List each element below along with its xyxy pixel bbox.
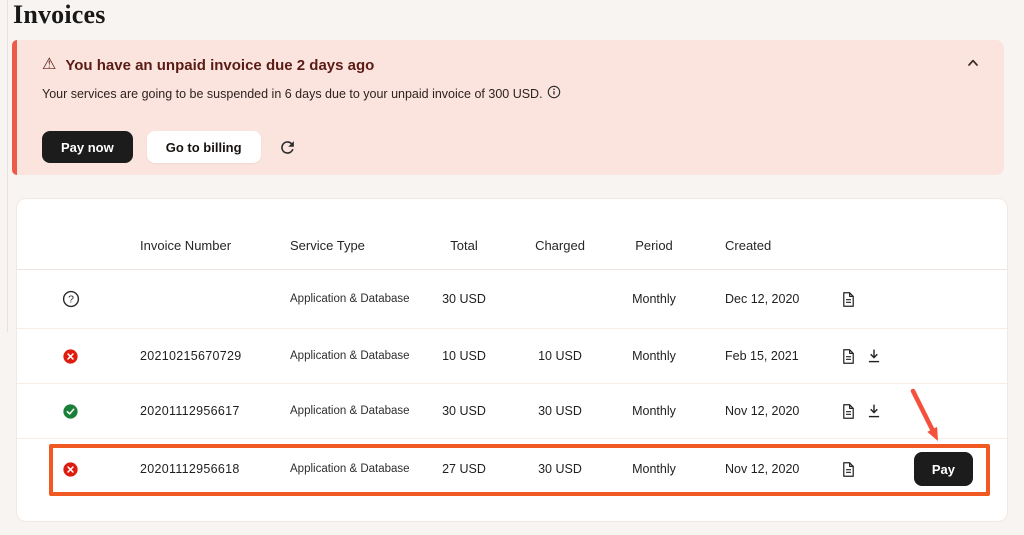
service-type: Application & Database [274, 350, 416, 362]
total: 30 USD [416, 404, 512, 418]
pay-invoice-button[interactable]: Pay [914, 452, 973, 486]
collapse-alert-button[interactable] [964, 54, 982, 72]
view-invoice-button[interactable] [840, 403, 857, 420]
charged: 10 USD [512, 349, 608, 363]
chevron-up-icon [966, 56, 980, 70]
status-unknown-icon[interactable]: ? [62, 290, 80, 308]
go-to-billing-button[interactable]: Go to billing [147, 131, 261, 163]
page-title: Invoices [13, 0, 106, 33]
document-icon [840, 291, 857, 308]
created: Nov 12, 2020 [700, 462, 826, 476]
created: Dec 12, 2020 [700, 292, 826, 306]
total: 10 USD [416, 349, 512, 363]
document-icon [840, 348, 857, 365]
invoice-number: 20210215670729 [124, 349, 274, 363]
service-type: Application & Database [274, 293, 416, 305]
warning-triangle-icon: ⚠ [42, 55, 56, 75]
view-invoice-button[interactable] [840, 348, 857, 365]
download-icon [866, 348, 882, 364]
view-invoice-button[interactable] [840, 291, 857, 308]
document-icon [840, 403, 857, 420]
charged: 30 USD [512, 404, 608, 418]
status-paid-icon [63, 404, 78, 419]
refresh-button[interactable] [277, 136, 299, 158]
unpaid-invoice-alert: ⚠ You have an unpaid invoice due 2 days … [12, 40, 1004, 175]
created: Nov 12, 2020 [700, 404, 826, 418]
pay-now-button[interactable]: Pay now [42, 131, 133, 163]
service-type: Application & Database [274, 463, 416, 475]
view-invoice-button[interactable] [840, 461, 857, 478]
total: 30 USD [416, 292, 512, 306]
col-header-total: Total [416, 238, 512, 253]
period: Monthly [608, 349, 700, 363]
col-header-created: Created [700, 238, 826, 253]
invoice-number: 20201112956618 [124, 462, 274, 476]
period: Monthly [608, 292, 700, 306]
svg-text:?: ? [68, 294, 74, 306]
col-header-service-type: Service Type [274, 238, 416, 253]
invoices-table-card: Invoice Number Service Type Total Charge… [16, 198, 1008, 522]
info-circle-icon[interactable] [547, 85, 561, 99]
col-header-invoice-number: Invoice Number [124, 238, 274, 253]
download-icon [866, 403, 882, 419]
table-row: 20201112956618 Application & Database 27… [17, 439, 1007, 499]
status-failed-icon [63, 462, 78, 477]
content-left-divider [7, 0, 8, 332]
document-icon [840, 461, 857, 478]
col-header-period: Period [608, 238, 700, 253]
total: 27 USD [416, 462, 512, 476]
download-invoice-button[interactable] [866, 348, 882, 364]
table-row: ? Application & Database 30 USD Monthly … [17, 270, 1007, 329]
table-header-row: Invoice Number Service Type Total Charge… [17, 199, 1007, 270]
status-failed-icon [63, 349, 78, 364]
alert-accent-bar [12, 40, 17, 175]
service-type: Application & Database [274, 405, 416, 417]
invoice-number: 20201112956617 [124, 404, 274, 418]
period: Monthly [608, 404, 700, 418]
charged: 30 USD [512, 462, 608, 476]
table-row: 20201112956617 Application & Database 30… [17, 384, 1007, 439]
period: Monthly [608, 462, 700, 476]
created: Feb 15, 2021 [700, 349, 826, 363]
alert-body-text: Your services are going to be suspended … [42, 87, 543, 101]
download-invoice-button[interactable] [866, 403, 882, 419]
alert-title: You have an unpaid invoice due 2 days ag… [65, 57, 374, 74]
col-header-charged: Charged [512, 238, 608, 253]
refresh-icon [278, 138, 297, 157]
table-row: 20210215670729 Application & Database 10… [17, 329, 1007, 384]
